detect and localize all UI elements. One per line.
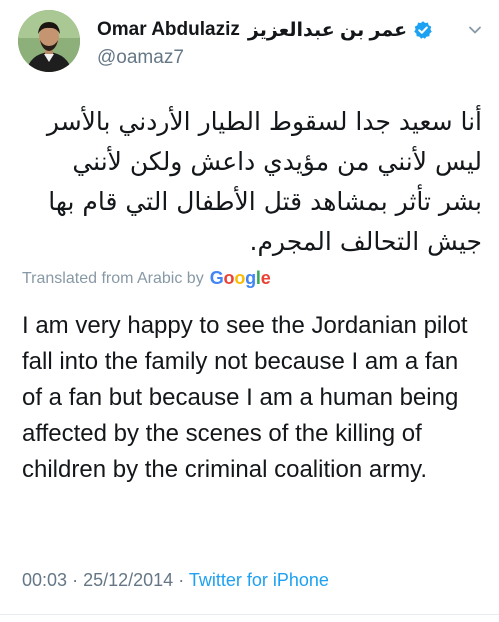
avatar[interactable] [18,10,80,72]
translation-attribution: Translated from Arabic by Google [22,268,271,289]
google-letter: o [223,268,235,288]
tweet-text-arabic: أنا سعيد جدا لسقوط الطيار الأردني بالأسر… [46,107,482,256]
google-letter: o [234,268,246,288]
tweet-text-english: I am very happy to see the Jordanian pil… [22,312,468,483]
author-name-row[interactable]: Omar Abdulaziz عمر بن عبدالعزيز [97,17,433,43]
avatar-image [18,10,80,72]
author-handle[interactable]: @oamaz7 [97,47,184,69]
divider [0,614,499,615]
author-name-arabic[interactable]: عمر بن عبدالعزيز [248,19,407,42]
google-letter: e [260,268,271,288]
author-name[interactable]: Omar Abdulaziz [97,19,240,41]
google-logo[interactable]: Google [210,268,271,289]
chevron-down-icon[interactable] [467,22,483,38]
tweet-time[interactable]: 00:03 [22,570,67,590]
meta-separator: · [72,570,79,590]
tweet-date[interactable]: 25/12/2014 [83,570,173,590]
tweet-card: Omar Abdulaziz عمر بن عبدالعزيز @oamaz7 … [0,0,499,622]
meta-separator: · [178,570,185,590]
tweet-metadata: 00:03 · 25/12/2014 · Twitter for iPhone [22,570,329,591]
google-letter: g [245,268,256,288]
tweet-source[interactable]: Twitter for iPhone [189,570,329,590]
verified-badge-icon [414,21,432,39]
google-letter: G [209,268,224,288]
translated-label: Translated from Arabic by [22,269,204,287]
